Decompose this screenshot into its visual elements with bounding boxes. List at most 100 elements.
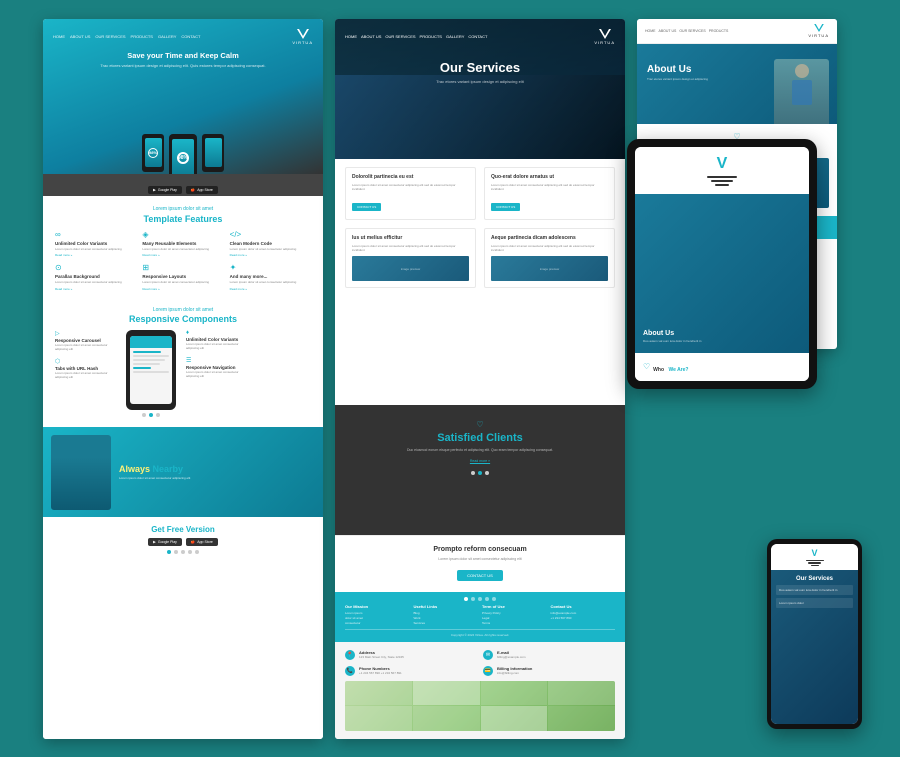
lp-nav-services[interactable]: OUR SERVICES (95, 34, 125, 39)
lp-nav-products[interactable]: PRODUCTS (131, 34, 153, 39)
ap-hero-text-block: About Us Trac etores variant ipsum desig… (647, 64, 708, 81)
ap-person-body (792, 80, 812, 105)
cp-footer-col-title-2: Useful Links (414, 604, 479, 609)
phone-d-line-2 (808, 562, 821, 564)
lp-nav-contact[interactable]: CONTACT (181, 34, 200, 39)
bottom-dot-3 (181, 550, 185, 554)
feature-title-4: Parallax Background (55, 274, 136, 279)
dot-1 (142, 413, 146, 417)
lp-nav-about[interactable]: ABOUT US (70, 34, 90, 39)
lp-phone-2-screen: 98% (172, 139, 194, 174)
cp-footer-col-2: Useful Links Blog Work Services (414, 604, 479, 625)
lp-bottom: Get Free Version ▶ Google Play 🍎 App Sto… (43, 517, 323, 738)
ap-nav-home[interactable]: HOME (645, 29, 656, 33)
feature-icon-4: ⊙ (55, 263, 136, 272)
cp-promo-btn[interactable]: CONTACT US (457, 570, 503, 581)
feature-link-5[interactable]: Read more » (142, 287, 223, 291)
cp-nav-gallery[interactable]: GALLERY (446, 34, 464, 39)
lp-bottom-google-btn[interactable]: ▶ Google Play (148, 538, 182, 546)
footer-dot-5 (492, 597, 496, 601)
lp-nav-gallery[interactable]: GALLERY (158, 34, 176, 39)
cp-satisfied-dots (345, 471, 615, 475)
cp-nav-products[interactable]: PRODUCTS (420, 34, 442, 39)
comp-desc-4: Lorem ipsum dolor sit amet consectetur a… (186, 371, 246, 379)
phone-mockup-dots (123, 413, 178, 417)
cp-logo-text: VIRTUA (594, 40, 615, 45)
dot-3 (156, 413, 160, 417)
email-val: billing@example.com (497, 655, 526, 659)
service-btn-1[interactable]: CONTACT US (352, 203, 381, 211)
cp-nav: HOME ABOUT US OUR SERVICES PRODUCTS GALL… (345, 29, 615, 45)
lp-logo-text: VIRTUA (292, 40, 313, 45)
phone-d-logo-v: V (811, 548, 817, 558)
service-desc-2: Lorem ipsum dolor sit amet consectetur a… (491, 183, 608, 191)
tablet-device: V About Us Duo autem val oum iura dolor … (627, 139, 817, 389)
tablet-line-3 (715, 184, 729, 186)
phone-d-logo-lines (806, 560, 824, 567)
feature-link-6[interactable]: Read more » (230, 287, 311, 291)
feature-link-4[interactable]: Read more » (55, 287, 136, 291)
google-play-icon: ▶ (153, 188, 156, 192)
lp-phone-3 (202, 134, 224, 172)
ap-nav-links: HOME ABOUT US OUR SERVICES PRODUCTS (645, 29, 728, 33)
feature-icon-3: </> (230, 230, 311, 239)
cp-promo: Prompto reform consecuam Lorem ipsum dol… (335, 535, 625, 592)
cp-footer-col-item-3-3[interactable]: Terms (482, 621, 547, 626)
cp-footer-dots (345, 597, 615, 601)
cp-footer: Our Mission Lorem ipsum dolor sit amet c… (335, 592, 625, 641)
pds-service-text-1: Duo autem val oum iura dolor in hendreri… (779, 588, 850, 592)
cp-contact-email-text: E-mail billing@example.com (497, 650, 526, 659)
service-btn-2[interactable]: CONTACT US (491, 203, 520, 211)
tablet-logo-lines (707, 176, 737, 186)
feature-desc-4: Lorem ipsum dolor sit amet consectetur a… (55, 281, 136, 285)
service-desc-3: Lorem ipsum dolor sit amet consectetur a… (352, 244, 469, 252)
feature-desc-3: Lorem ipsum dolor sit amet consectetur a… (230, 248, 311, 252)
ap-nav-services[interactable]: OUR SERVICES (679, 29, 705, 33)
pms-header (130, 336, 172, 348)
footer-dot-4 (485, 597, 489, 601)
cp-nav-home[interactable]: HOME (345, 34, 357, 39)
tablet-line-2 (711, 180, 733, 182)
ap-nav-about[interactable]: ABOUT US (659, 29, 677, 33)
lp-google-play-btn[interactable]: ▶ Google Play (148, 186, 182, 194)
ap-nav-products[interactable]: PRODUCTS (709, 29, 729, 33)
component-item-4: ☰ Responsive Navigation Lorem ipsum dolo… (186, 357, 246, 379)
phone-icon: 📞 (345, 666, 355, 676)
cp-satisfied-link[interactable]: Read more » (345, 459, 615, 463)
cp-nav-services[interactable]: OUR SERVICES (385, 34, 415, 39)
cp-satisfied-title: Satisfied Clients (345, 432, 615, 444)
phone-mockup-screen (130, 336, 172, 404)
feature-desc-1: Lorem ipsum dolor sit amet consectetur a… (55, 248, 136, 252)
lp-bottom-apple-btn[interactable]: 🍎 App Store (186, 538, 218, 546)
satisfied-dot-2 (478, 471, 482, 475)
ap-logo-text: VIRTUA (808, 33, 829, 38)
service-img-text-3: image preview (401, 267, 420, 271)
lp-store-buttons: ▶ Google Play 🍎 App Store (43, 174, 323, 196)
map-road-1 (413, 681, 480, 706)
cp-nav-about[interactable]: ABOUT US (361, 34, 381, 39)
lp-phone-2: 98% (169, 134, 197, 174)
app-store-label: App Store (197, 188, 213, 192)
lp-hero: HOME ABOUT US OUR SERVICES PRODUCTS GALL… (43, 19, 323, 174)
feature-item-5: ⊞ Responsive Layouts Lorem ipsum dolor s… (142, 263, 223, 291)
cp-satisfied: ♡ Satisfied Clients Duc eiusmod eorum ei… (335, 405, 625, 535)
feature-link-2[interactable]: Read more » (142, 253, 223, 257)
lp-phone-3-screen (205, 138, 222, 167)
ts-who-highlight: We Are? (668, 367, 688, 373)
pms-line-6 (133, 371, 169, 373)
lp-nav-home[interactable]: HOME (53, 34, 65, 39)
cp-footer-col-item-2-3[interactable]: Services (414, 621, 479, 626)
billing-val: info@billing.com (497, 671, 532, 675)
feature-title-5: Responsive Layouts (142, 274, 223, 279)
feature-link-3[interactable]: Read more » (230, 253, 311, 257)
pms-line-3 (133, 359, 165, 361)
feature-icon-6: ✦ (230, 263, 311, 272)
ts-heart-icon: ♡ (643, 362, 650, 371)
lp-app-store-btn[interactable]: 🍎 App Store (186, 186, 218, 194)
panel-right: HOME ABOUT US OUR SERVICES PRODUCTS VIRT… (637, 19, 857, 739)
cp-nav-contact[interactable]: CONTACT (468, 34, 487, 39)
component-left: ▷ Responsive Carousel Lorem ipsum dolor … (55, 330, 115, 380)
service-title-3: Ius ut melius efficitur (352, 235, 469, 241)
feature-link-1[interactable]: Read more » (55, 253, 136, 257)
cp-contact-grid: 📍 Address 123 Main Street City, State 12… (345, 650, 615, 676)
